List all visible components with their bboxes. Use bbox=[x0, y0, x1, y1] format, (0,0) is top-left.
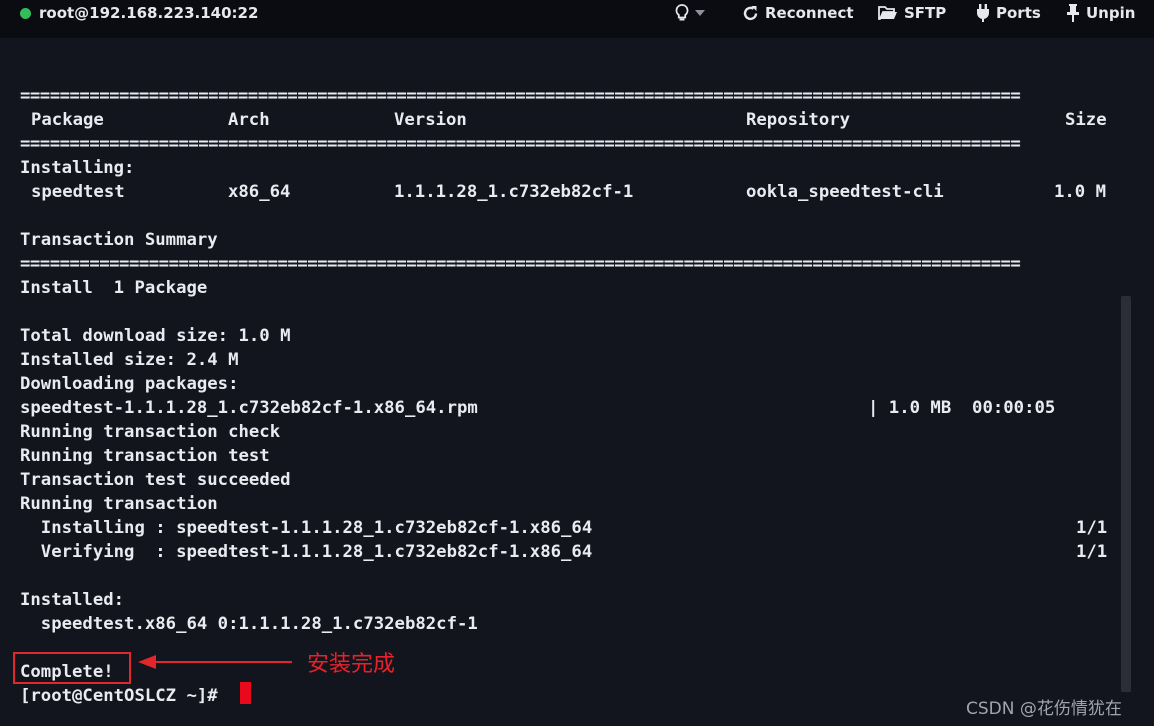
verifying-progress: 1/1 bbox=[1076, 542, 1108, 562]
transaction-test-ok: Transaction test succeeded bbox=[20, 470, 291, 490]
installing-step-row: Installing : speedtest-1.1.1.28_1.c732eb… bbox=[20, 516, 1120, 540]
transaction-check: Running transaction check bbox=[20, 422, 281, 442]
header-repository: Repository bbox=[746, 110, 851, 130]
unpin-button[interactable]: Unpin bbox=[1066, 0, 1135, 26]
unpin-label: Unpin bbox=[1086, 4, 1136, 22]
transaction-test: Running transaction test bbox=[20, 446, 270, 466]
total-download: Total download size: 1.0 M bbox=[20, 326, 291, 346]
installed-package: speedtest.x86_64 0:1.1.1.28_1.c732eb82cf… bbox=[20, 614, 478, 634]
plug-icon bbox=[977, 4, 989, 22]
installed-size: Installed size: 2.4 M bbox=[20, 350, 239, 370]
verifying-step-row: Verifying : speedtest-1.1.1.28_1.c732eb8… bbox=[20, 540, 1120, 564]
refresh-icon bbox=[743, 5, 758, 20]
terminal-output[interactable]: ========================================… bbox=[20, 84, 1120, 708]
sftp-button[interactable]: SFTP bbox=[878, 0, 946, 26]
installing-progress: 1/1 bbox=[1076, 518, 1108, 538]
lightbulb-icon bbox=[675, 4, 689, 21]
running-transaction: Running transaction bbox=[20, 494, 218, 514]
pkg-name: speedtest bbox=[31, 182, 125, 202]
pkg-version: 1.1.1.28_1.c732eb82cf-1 bbox=[394, 182, 634, 202]
header-version: Version bbox=[394, 110, 467, 130]
annotation-label: 安装完成 bbox=[307, 652, 396, 677]
chevron-down-icon bbox=[695, 10, 705, 16]
terminal-scrollbar[interactable] bbox=[1121, 296, 1131, 692]
transaction-summary: Transaction Summary bbox=[20, 230, 218, 250]
downloading-label: Downloading packages: bbox=[20, 374, 239, 394]
install-count: Install 1 Package bbox=[20, 278, 208, 298]
header-arch: Arch bbox=[228, 110, 270, 130]
installing-step: Installing : speedtest-1.1.1.28_1.c732eb… bbox=[20, 518, 593, 538]
header-package: Package bbox=[31, 110, 104, 130]
pkg-size: 1.0 M bbox=[1054, 182, 1107, 202]
connection-indicator: root@192.168.223.140:22 bbox=[20, 0, 258, 26]
rpm-file: speedtest-1.1.1.28_1.c732eb82cf-1.x86_64… bbox=[20, 398, 478, 418]
header-size: Size bbox=[1065, 110, 1107, 130]
rpm-download-row: speedtest-1.1.1.28_1.c732eb82cf-1.x86_64… bbox=[20, 396, 1120, 420]
installed-label: Installed: bbox=[20, 590, 125, 610]
reconnect-button[interactable]: Reconnect bbox=[742, 0, 854, 26]
package-row: speedtest x86_64 1.1.1.28_1.c732eb82cf-1… bbox=[20, 180, 1120, 204]
csdn-watermark: CSDN @花伤情犹在 bbox=[966, 699, 1122, 719]
terminal-cursor bbox=[240, 682, 251, 704]
annotation-arrow-icon bbox=[138, 655, 292, 669]
folder-open-icon bbox=[878, 6, 897, 20]
session-toolbar: root@192.168.223.140:22 Reconnect SFTP P… bbox=[0, 0, 1154, 38]
separator-rule: ========================================… bbox=[20, 86, 1021, 106]
ports-button[interactable]: Ports bbox=[976, 0, 1041, 26]
installing-label: Installing: bbox=[20, 158, 135, 178]
pkg-arch: x86_64 bbox=[228, 182, 291, 202]
ports-label: Ports bbox=[996, 4, 1041, 22]
hint-dropdown-button[interactable] bbox=[675, 0, 705, 26]
sftp-label: SFTP bbox=[904, 4, 947, 22]
separator-rule: ========================================… bbox=[20, 254, 1021, 274]
separator-rule: ========================================… bbox=[20, 134, 1021, 154]
rpm-stats: | 1.0 MB 00:00:05 bbox=[868, 398, 1056, 418]
pin-icon bbox=[1067, 4, 1079, 22]
pkg-repository: ookla_speedtest-cli bbox=[746, 182, 944, 202]
shell-prompt: [root@CentOSLCZ ~]# bbox=[20, 686, 218, 706]
verifying-step: Verifying : speedtest-1.1.1.28_1.c732eb8… bbox=[20, 542, 593, 562]
status-dot-icon bbox=[20, 7, 31, 19]
table-header-row: Package Arch Version Repository Size bbox=[20, 108, 1120, 132]
connection-label: root@192.168.223.140:22 bbox=[39, 4, 259, 22]
reconnect-label: Reconnect bbox=[765, 4, 854, 22]
annotation-highlight-box bbox=[13, 652, 131, 684]
